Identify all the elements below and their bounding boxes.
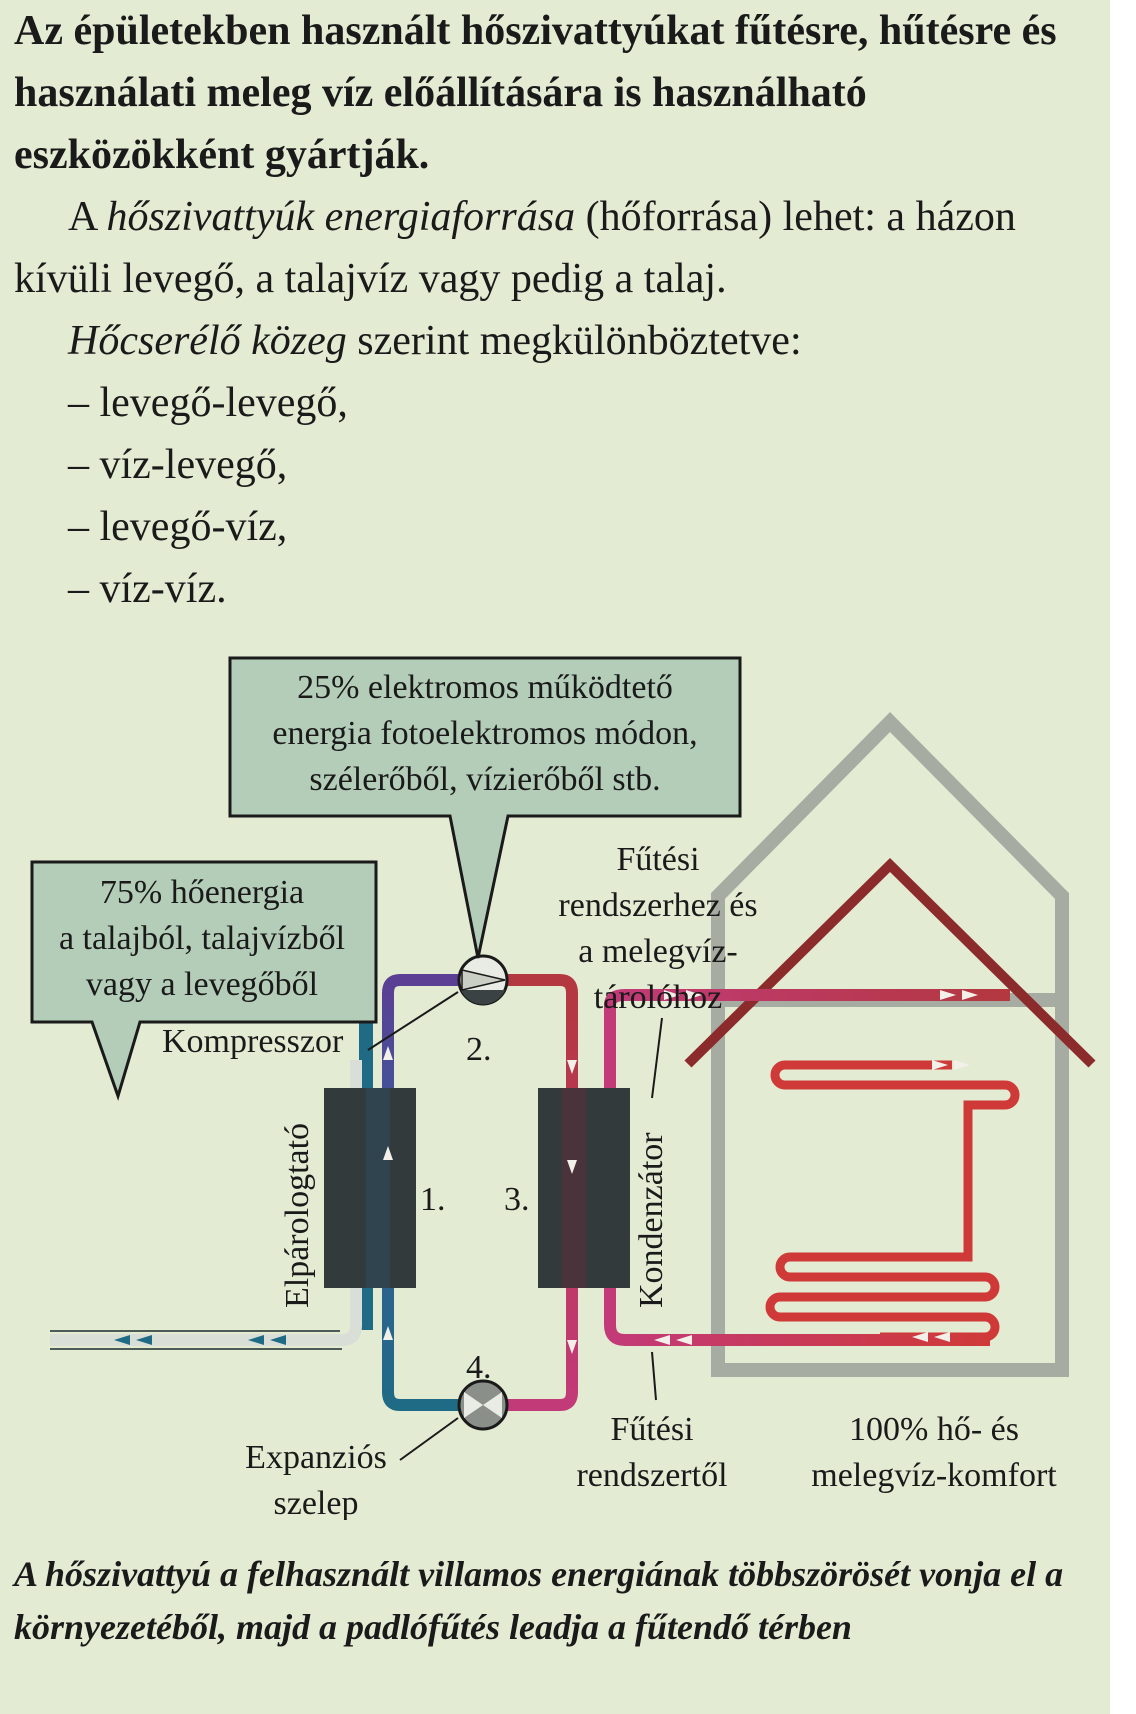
- list-item: – víz-víz.: [68, 566, 227, 612]
- list-item: – levegő-víz,: [68, 504, 288, 550]
- comfort-label: 100% hő- és: [849, 1411, 1019, 1448]
- to-heating-label: rendszerhez és: [558, 887, 757, 924]
- evaporator-label: Elpárologtató: [279, 1123, 316, 1308]
- expansion-valve-symbol: [457, 1379, 509, 1431]
- expansion-valve-label: Expanziós: [245, 1439, 387, 1476]
- figure-caption: A hőszivattyú a felhasznált villamos ene…: [14, 1554, 1064, 1647]
- expansion-valve-label: szelep: [274, 1485, 359, 1520]
- step-label-4: 4.: [466, 1349, 492, 1386]
- list-item: – levegő-levegő,: [68, 380, 348, 426]
- callout-electric-line: szélerőből, vízierőből stb.: [309, 761, 660, 798]
- callout-heat-line: a talajból, talajvízből: [59, 920, 345, 957]
- text-block: Az épületekben használt hőszivattyúkat f…: [14, 0, 1094, 620]
- callout-heat-line: vagy a levegőből: [86, 966, 318, 1003]
- medium-list: – levegő-levegő, – víz-levegő, – levegő-…: [14, 372, 1094, 620]
- floor-heating-coil: [765, 1060, 1020, 1342]
- energy-source-prefix: A: [68, 194, 107, 240]
- energy-source-emphasis: hőszivattyúk energiaforrása: [106, 194, 576, 240]
- energy-source-paragraph: A hőszivattyúk energiaforrása (hőforrása…: [14, 186, 1094, 310]
- step-label-3: 3.: [504, 1181, 530, 1218]
- callout-electric-line: 25% elektromos működtető: [297, 669, 673, 706]
- compressor-label: Kompresszor: [162, 1023, 344, 1060]
- from-heating-label: rendszertől: [576, 1457, 727, 1494]
- to-heating-label: a melegvíz-: [578, 933, 738, 970]
- heat-pump-diagram: 25% elektromos működtető energia fotoele…: [30, 656, 1096, 1520]
- compressor-symbol: [457, 954, 509, 1006]
- to-heating-label: Fűtési: [616, 841, 699, 878]
- from-heating-label: Fűtési: [610, 1411, 693, 1448]
- callout-heat-line: 75% hőenergia: [100, 874, 304, 911]
- heating-supply-pipe: [604, 989, 1010, 1260]
- medium-suffix: szerint megkülönböztetve:: [346, 318, 802, 364]
- callout-electric-line: energia fotoelektromos módon,: [272, 715, 697, 752]
- callout-heat: 75% hőenergia a talajból, talajvízből va…: [30, 860, 378, 1101]
- intro-paragraph: Az épületekben használt hőszivattyúkat f…: [14, 8, 1057, 178]
- step-label-2: 2.: [466, 1031, 492, 1068]
- condenser-label: Kondenzátor: [633, 1132, 670, 1308]
- medium-paragraph: Hőcserélő közeg szerint megkülönböztetve…: [14, 310, 1094, 372]
- comfort-label: melegvíz-komfort: [811, 1457, 1057, 1494]
- to-heating-label: tárolóhoz: [594, 979, 722, 1016]
- medium-emphasis: Hőcserélő közeg: [68, 318, 347, 364]
- step-label-1: 1.: [420, 1181, 446, 1218]
- list-item: – víz-levegő,: [68, 442, 288, 488]
